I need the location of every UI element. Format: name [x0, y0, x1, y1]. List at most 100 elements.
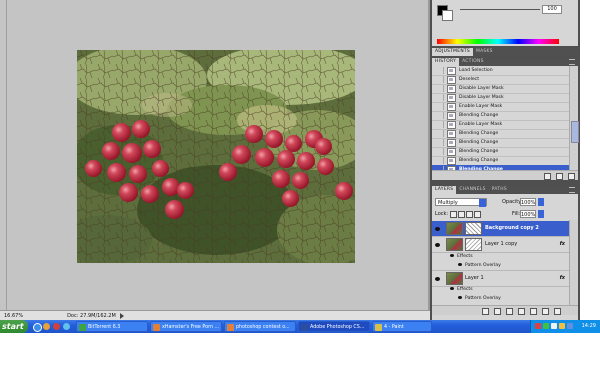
task-bittorrent[interactable]: BitTorrent 6.3 — [76, 321, 148, 332]
chevron-down-icon[interactable] — [479, 199, 486, 207]
berry — [265, 130, 283, 148]
fill-field[interactable]: 100% — [520, 210, 536, 218]
visibility-eye-icon[interactable] — [450, 287, 454, 290]
firefox-icon — [227, 324, 234, 331]
blend-mode-select[interactable]: Multiply — [435, 198, 487, 207]
history-footer — [432, 170, 578, 180]
lock-position-icon[interactable] — [466, 211, 473, 218]
status-arrow-icon[interactable] — [119, 313, 132, 319]
folder-icon[interactable] — [530, 308, 537, 315]
quicklaunch-media-icon[interactable] — [63, 323, 70, 330]
task-browser[interactable]: xHamster's Free Porn ... — [150, 321, 222, 332]
tab-actions[interactable]: ACTIONS — [459, 58, 487, 66]
berry — [85, 160, 102, 177]
tab-adjustments[interactable]: ADJUSTMENTS — [432, 48, 473, 56]
tray-app-icon[interactable] — [535, 323, 541, 329]
layers-panel: Multiply Opacity: 100% Lock: Fill: 100% … — [432, 194, 578, 320]
background-swatch[interactable] — [442, 10, 453, 21]
start-button[interactable]: start — [0, 320, 28, 333]
pattern-overlay-row[interactable]: Pattern Overlay — [458, 263, 501, 268]
tab-paths[interactable]: PATHS — [489, 186, 510, 194]
history-state-icon — [447, 84, 456, 93]
tab-masks[interactable]: MASKS — [473, 48, 496, 56]
fx-icon[interactable]: fx — [560, 241, 565, 247]
opacity-dropdown-icon[interactable] — [538, 198, 544, 206]
adjustment-icon[interactable] — [518, 308, 525, 315]
history-state-icon — [447, 102, 456, 111]
layers-scrollbar[interactable] — [569, 220, 578, 306]
layer-name: Layer 1 copy — [485, 241, 518, 247]
new-layer-icon[interactable] — [542, 308, 549, 315]
fill-dropdown-icon[interactable] — [538, 210, 544, 218]
layer-row-layer-1[interactable]: Layer 1 fx — [432, 270, 570, 287]
tab-channels[interactable]: CHANNELS — [456, 186, 488, 194]
tab-layers[interactable]: LAYERS — [432, 186, 457, 194]
tray-app-icon[interactable] — [551, 323, 557, 329]
fx-icon[interactable] — [494, 308, 501, 315]
history-scrollbar[interactable] — [569, 66, 579, 170]
ruler-edge — [6, 0, 7, 310]
task-paint[interactable]: 4 - Paint — [372, 321, 432, 332]
tray-app-icon[interactable] — [543, 323, 549, 329]
visibility-eye-icon[interactable] — [435, 277, 440, 281]
berry — [272, 170, 290, 188]
layer-row-layer-1-copy[interactable]: Layer 1 copy fx — [432, 237, 570, 253]
history-state-icon — [447, 129, 456, 138]
volume-icon[interactable] — [567, 323, 573, 329]
visibility-eye-icon[interactable] — [435, 227, 440, 231]
color-slider[interactable] — [460, 9, 540, 10]
visibility-eye-icon[interactable] — [458, 296, 462, 299]
scroll-thumb[interactable] — [571, 121, 579, 143]
firefox-icon — [153, 324, 160, 331]
trash-icon[interactable] — [554, 308, 561, 315]
opacity-field[interactable]: 100% — [520, 198, 536, 206]
berry — [132, 120, 150, 138]
berry — [255, 148, 274, 167]
color-panel: 100 — [432, 0, 578, 46]
desktop-edge — [580, 0, 600, 320]
color-value-field[interactable]: 100 — [542, 5, 562, 14]
task-photoshop[interactable]: Adobe Photoshop CS... — [298, 321, 370, 332]
link-icon[interactable] — [482, 308, 489, 315]
pattern-overlay-row[interactable]: Pattern Overlay — [458, 296, 501, 301]
trash-icon[interactable] — [568, 173, 575, 180]
bittorrent-icon — [79, 324, 86, 331]
visibility-eye-icon[interactable] — [435, 243, 440, 247]
adjustments-tabbar: ADJUSTMENTS MASKS — [432, 48, 578, 56]
document-canvas[interactable] — [0, 0, 430, 310]
quicklaunch-firefox-icon[interactable] — [43, 323, 50, 330]
quicklaunch-opera-icon[interactable] — [53, 323, 60, 330]
paint-icon — [375, 324, 382, 331]
color-spectrum[interactable] — [437, 39, 559, 44]
visibility-eye-icon[interactable] — [450, 254, 454, 257]
image-canvas[interactable] — [77, 50, 355, 263]
effects-row[interactable]: Effects — [450, 254, 473, 259]
panel-menu-icon[interactable] — [569, 187, 575, 193]
taskbar: start BitTorrent 6.3 xHamster's Free Por… — [0, 320, 600, 333]
history-state-icon — [447, 66, 456, 75]
zoom-level[interactable]: 16.67% — [0, 313, 27, 319]
clock[interactable]: 14:29 — [582, 320, 596, 333]
layer-mask-thumbnail[interactable] — [465, 238, 482, 251]
new-snapshot-icon[interactable] — [556, 173, 563, 180]
lock-transparency-icon[interactable] — [450, 211, 457, 218]
lock-all-icon[interactable] — [474, 211, 481, 218]
quicklaunch-ie-icon[interactable] — [33, 323, 42, 332]
fx-icon[interactable]: fx — [560, 275, 565, 281]
task-contest[interactable]: photoshop contest o... — [224, 321, 296, 332]
panel-menu-icon[interactable] — [569, 59, 575, 65]
visibility-eye-icon[interactable] — [458, 263, 462, 266]
layer-thumbnail — [446, 238, 463, 251]
berry — [143, 140, 161, 158]
photoshop-icon — [301, 324, 308, 331]
tab-history[interactable]: HISTORY — [432, 58, 460, 66]
layer-row-background-copy-2[interactable]: Background copy 2 — [432, 221, 570, 237]
history-tabbar: HISTORY ACTIONS — [432, 58, 578, 66]
doc-info[interactable]: Doc: 27.9M/162.2M — [63, 313, 120, 319]
effects-row[interactable]: Effects — [450, 287, 473, 292]
mask-icon[interactable] — [506, 308, 513, 315]
lock-pixels-icon[interactable] — [458, 211, 465, 218]
layer-mask-thumbnail[interactable] — [465, 222, 482, 235]
new-document-icon[interactable] — [544, 173, 551, 180]
tray-app-icon[interactable] — [559, 323, 565, 329]
